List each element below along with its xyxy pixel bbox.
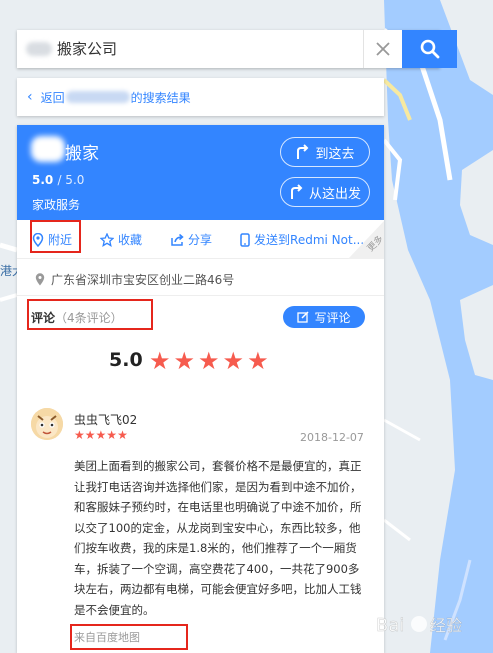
watermark-logo: Bai 经验 — [376, 615, 463, 637]
star-icon: ★ — [149, 347, 171, 375]
review-text: 美团上面看到的搬家公司，套餐价格不是最便宜的，真正让我打电话咨询并选择他们家，是… — [74, 459, 362, 617]
location-pin-icon — [35, 273, 45, 286]
review-date: 2018-12-07 — [300, 431, 364, 444]
avatar[interactable] — [31, 408, 63, 440]
star-outline-icon — [100, 232, 115, 247]
star-icon: ★ — [222, 347, 245, 375]
place-card: 搬家 5.0 / 5.0 家政服务 到这去 从这出发 附近 收藏 分享 发送到R… — [17, 125, 384, 653]
favorite-label: 收藏 — [118, 233, 143, 247]
share-icon — [171, 233, 184, 246]
rating-value: 5.0 — [32, 173, 54, 187]
send-to-phone-button[interactable]: 发送到Redmi Not... — [240, 231, 364, 248]
phone-icon — [240, 232, 250, 247]
place-address: 广东省深圳市宝安区创业二路46号 — [35, 271, 234, 288]
place-name: 搬家 — [65, 144, 99, 164]
search-bar — [17, 30, 457, 68]
divider — [17, 295, 384, 296]
route-icon — [297, 144, 309, 159]
search-button[interactable] — [402, 30, 457, 68]
write-review-button[interactable]: 写评论 — [283, 306, 365, 328]
reviews-count: （4条评论） — [55, 311, 123, 325]
more-corner-tag[interactable]: 更多 — [348, 221, 384, 259]
start-here-button[interactable]: 从这出发 — [280, 177, 370, 207]
back-to-results-link[interactable]: ‹ 返回 的搜索结果 — [17, 78, 384, 116]
redacted-logo — [31, 136, 65, 162]
share-label: 分享 — [188, 233, 213, 247]
star-icon: ★ — [84, 428, 96, 442]
star-icon: ★ — [198, 347, 220, 375]
close-icon — [376, 42, 390, 56]
star-icon: ★ — [173, 347, 196, 375]
redacted-text — [65, 91, 130, 103]
svg-text:Bai: Bai — [376, 615, 404, 636]
address-text: 广东省深圳市宝安区创业二路46号 — [51, 273, 235, 287]
write-review-label: 写评论 — [314, 310, 351, 325]
start-here-label: 从这出发 — [308, 186, 361, 202]
action-bar: 附近 收藏 分享 发送到Redmi Not... — [17, 221, 384, 259]
share-button[interactable]: 分享 — [170, 231, 212, 248]
place-category: 家政服务 — [32, 198, 81, 212]
chevron-left-icon: ‹ — [27, 89, 33, 105]
back-link-prefix: 返回 — [40, 90, 65, 105]
location-pin-icon — [32, 232, 44, 247]
search-icon — [420, 39, 439, 59]
review-stars: ★ ★ ★ ★ ★ — [74, 429, 128, 441]
review-username[interactable]: 虫虫飞飞02 — [74, 411, 137, 428]
go-here-button[interactable]: 到这去 — [280, 137, 370, 167]
place-header: 搬家 5.0 / 5.0 家政服务 到这去 从这出发 — [17, 125, 384, 220]
search-input[interactable] — [17, 30, 345, 68]
route-icon — [290, 184, 303, 199]
star-icon: ★ — [247, 347, 269, 375]
overall-stars: ★ ★ ★ ★ ★ — [149, 349, 272, 373]
rating-max: / 5.0 — [57, 173, 85, 187]
star-icon: ★ — [106, 428, 118, 442]
nearby-label: 附近 — [48, 233, 73, 247]
user-avatar-icon — [31, 408, 63, 440]
clear-button[interactable] — [363, 30, 402, 68]
watermark-text: 经验 — [430, 616, 462, 635]
star-icon: ★ — [95, 428, 107, 442]
star-icon: ★ — [74, 428, 85, 442]
go-here-label: 到这去 — [315, 146, 355, 162]
redacted-text — [26, 42, 52, 56]
favorite-button[interactable]: 收藏 — [100, 231, 142, 248]
star-icon: ★ — [117, 428, 128, 442]
nearby-button[interactable]: 附近 — [32, 231, 72, 248]
reviews-label: 评论 — [31, 311, 56, 325]
back-link-suffix: 的搜索结果 — [130, 90, 191, 105]
reviews-heading: 评论（4条评论） — [31, 309, 123, 326]
overall-score: 5.0 — [109, 349, 143, 371]
place-rating: 5.0 / 5.0 — [32, 173, 84, 187]
review-source: 来自百度地图 — [74, 631, 140, 644]
edit-icon — [297, 311, 310, 323]
